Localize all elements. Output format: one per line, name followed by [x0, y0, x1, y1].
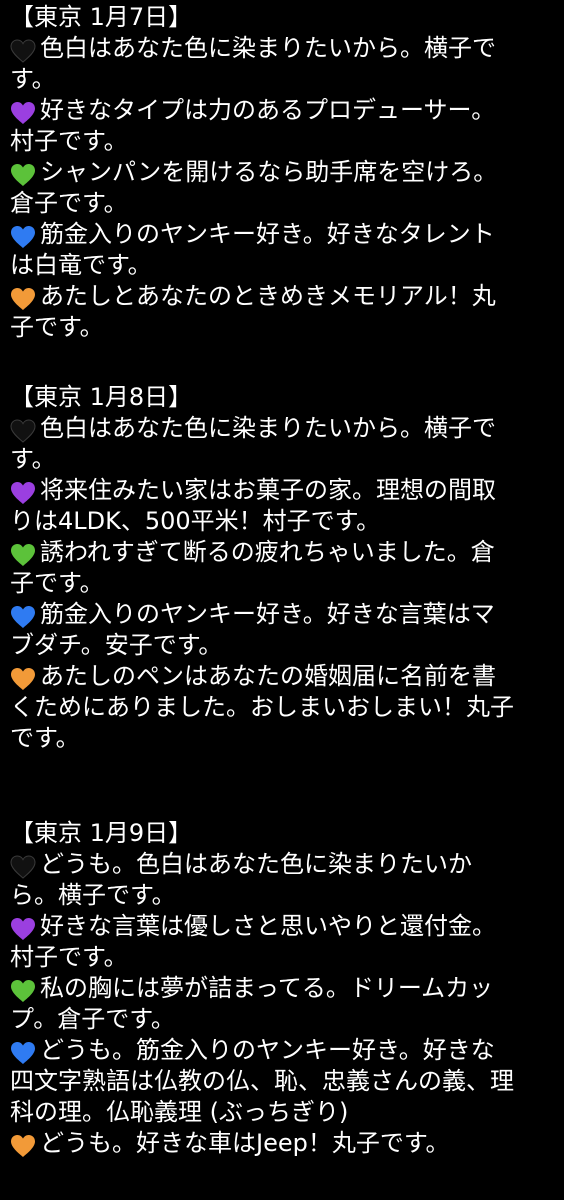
entry-line: くためにありました。おしまいおしまい！丸子: [10, 693, 514, 721]
section-jan-8: 【東京 1月8日】 色白はあなた色に染まりたいから。横子です。 将来住みたい家は…: [0, 382, 564, 754]
entry-line: 筋金入りのヤンキー好き。好きな言葉はマ: [40, 600, 495, 628]
entry-line: 村子です。: [10, 127, 128, 155]
entry-line: どうも。筋金入りのヤンキー好き。好きな: [40, 1036, 495, 1064]
purple-heart-icon: [11, 918, 35, 940]
blue-heart-icon: [11, 606, 35, 628]
entry-line: どうも。好きな車はJeep！丸子です。: [40, 1129, 450, 1157]
entry-line: 好きなタイプは力のあるプロデューサー。: [40, 96, 496, 124]
entry-purple: 好きなタイプは力のあるプロデューサー。村子です。: [0, 95, 564, 157]
entry-orange: あたしのペンはあなたの婚姻届に名前を書くためにありました。おしまいおしまい！丸子…: [0, 661, 564, 754]
entry-blue: 筋金入りのヤンキー好き。好きな言葉はマブダチ。安子です。: [0, 599, 564, 661]
entry-line: 村子です。: [10, 943, 128, 971]
green-heart-icon: [11, 164, 35, 186]
entry-line: 誘われすぎて断るの疲れちゃいました。倉: [40, 538, 495, 566]
entry-line: 色白はあなた色に染まりたいから。横子で: [40, 34, 496, 62]
orange-heart-icon: [11, 1135, 35, 1157]
section-jan-9: 【東京 1月9日】 どうも。色白はあなた色に染まりたいから。横子です。 好きな言…: [0, 818, 564, 1159]
entry-line: 科の理。仏恥義理 (ぶっちぎり): [10, 1098, 349, 1126]
entry-line: どうも。色白はあなた色に染まりたいか: [40, 850, 472, 878]
entry-blue: 筋金入りのヤンキー好き。好きなタレントは白竜です。: [0, 219, 564, 281]
entry-line: ら。横子です。: [10, 881, 176, 909]
section-heading: 【東京 1月7日】: [10, 3, 193, 31]
entry-line: 倉子です。: [10, 189, 128, 217]
entry-green: 誘われすぎて断るの疲れちゃいました。倉子です。: [0, 537, 564, 599]
note-page: 【東京 1月7日】 色白はあなた色に染まりたいから。横子で す。 好きなタイプは力…: [0, 0, 564, 1200]
orange-heart-icon: [11, 668, 35, 690]
orange-heart-icon: [11, 288, 35, 310]
entry-line: 子です。: [10, 313, 104, 341]
blue-heart-icon: [11, 226, 35, 248]
entry-line: 好きな言葉は優しさと思いやりと還付金。: [40, 912, 496, 940]
entry-line: シャンパンを開けるなら助手席を空けろ。: [40, 158, 498, 186]
entry-line: りは4LDK、500平米！村子です。: [10, 507, 381, 535]
entry-black: 色白はあなた色に染まりたいから。横子です。: [0, 33, 564, 95]
entry-line: 四文字熟語は仏教の仏、恥、忠義さんの義、理: [10, 1067, 514, 1095]
green-heart-icon: [11, 544, 35, 566]
black-heart-icon: [10, 419, 36, 443]
entry-orange: どうも。好きな車はJeep！丸子です。: [0, 1128, 564, 1159]
black-heart-icon: [10, 855, 36, 879]
purple-heart-icon: [11, 482, 35, 504]
purple-heart-icon: [11, 102, 35, 124]
entry-line: す。: [10, 65, 56, 93]
section-heading: 【東京 1月8日】: [10, 383, 193, 411]
entry-line: 色白はあなた色に染まりたいから。横子で: [40, 414, 496, 442]
section-heading: 【東京 1月9日】: [10, 819, 193, 847]
entry-purple: 将来住みたい家はお菓子の家。理想の間取りは4LDK、500平米！村子です。: [0, 475, 564, 537]
entry-line: 私の胸には夢が詰まってる。ドリームカッ: [40, 974, 494, 1002]
section-jan-7: 【東京 1月7日】 色白はあなた色に染まりたいから。横子です。 好きなタイプは力…: [0, 2, 564, 343]
blue-heart-icon: [11, 1042, 35, 1064]
entry-blue: どうも。筋金入りのヤンキー好き。好きな四文字熟語は仏教の仏、恥、忠義さんの義、理…: [0, 1035, 564, 1128]
entry-line: です。: [10, 724, 80, 752]
entry-line: あたしとあなたのときめきメモリアル！丸: [40, 282, 496, 310]
entry-line: は白竜です。: [10, 251, 152, 279]
entry-orange: あたしとあなたのときめきメモリアル！丸子です。: [0, 281, 564, 343]
entry-line: 将来住みたい家はお菓子の家。理想の間取: [40, 476, 496, 504]
entry-purple: 好きな言葉は優しさと思いやりと還付金。村子です。: [0, 911, 564, 973]
entry-black: 色白はあなた色に染まりたいから。横子です。: [0, 413, 564, 475]
entry-line: 子です。: [10, 569, 104, 597]
entry-black: どうも。色白はあなた色に染まりたいから。横子です。: [0, 849, 564, 911]
entry-line: す。: [10, 445, 56, 473]
entry-green: 私の胸には夢が詰まってる。ドリームカップ。倉子です。: [0, 973, 564, 1035]
entry-line: あたしのペンはあなたの婚姻届に名前を書: [40, 662, 496, 690]
entry-line: プ。倉子です。: [10, 1005, 175, 1033]
entry-green: シャンパンを開けるなら助手席を空けろ。倉子です。: [0, 157, 564, 219]
green-heart-icon: [11, 980, 35, 1002]
entry-line: 筋金入りのヤンキー好き。好きなタレント: [40, 220, 495, 248]
entry-line: ブダチ。安子です。: [10, 631, 223, 659]
black-heart-icon: [10, 39, 36, 63]
